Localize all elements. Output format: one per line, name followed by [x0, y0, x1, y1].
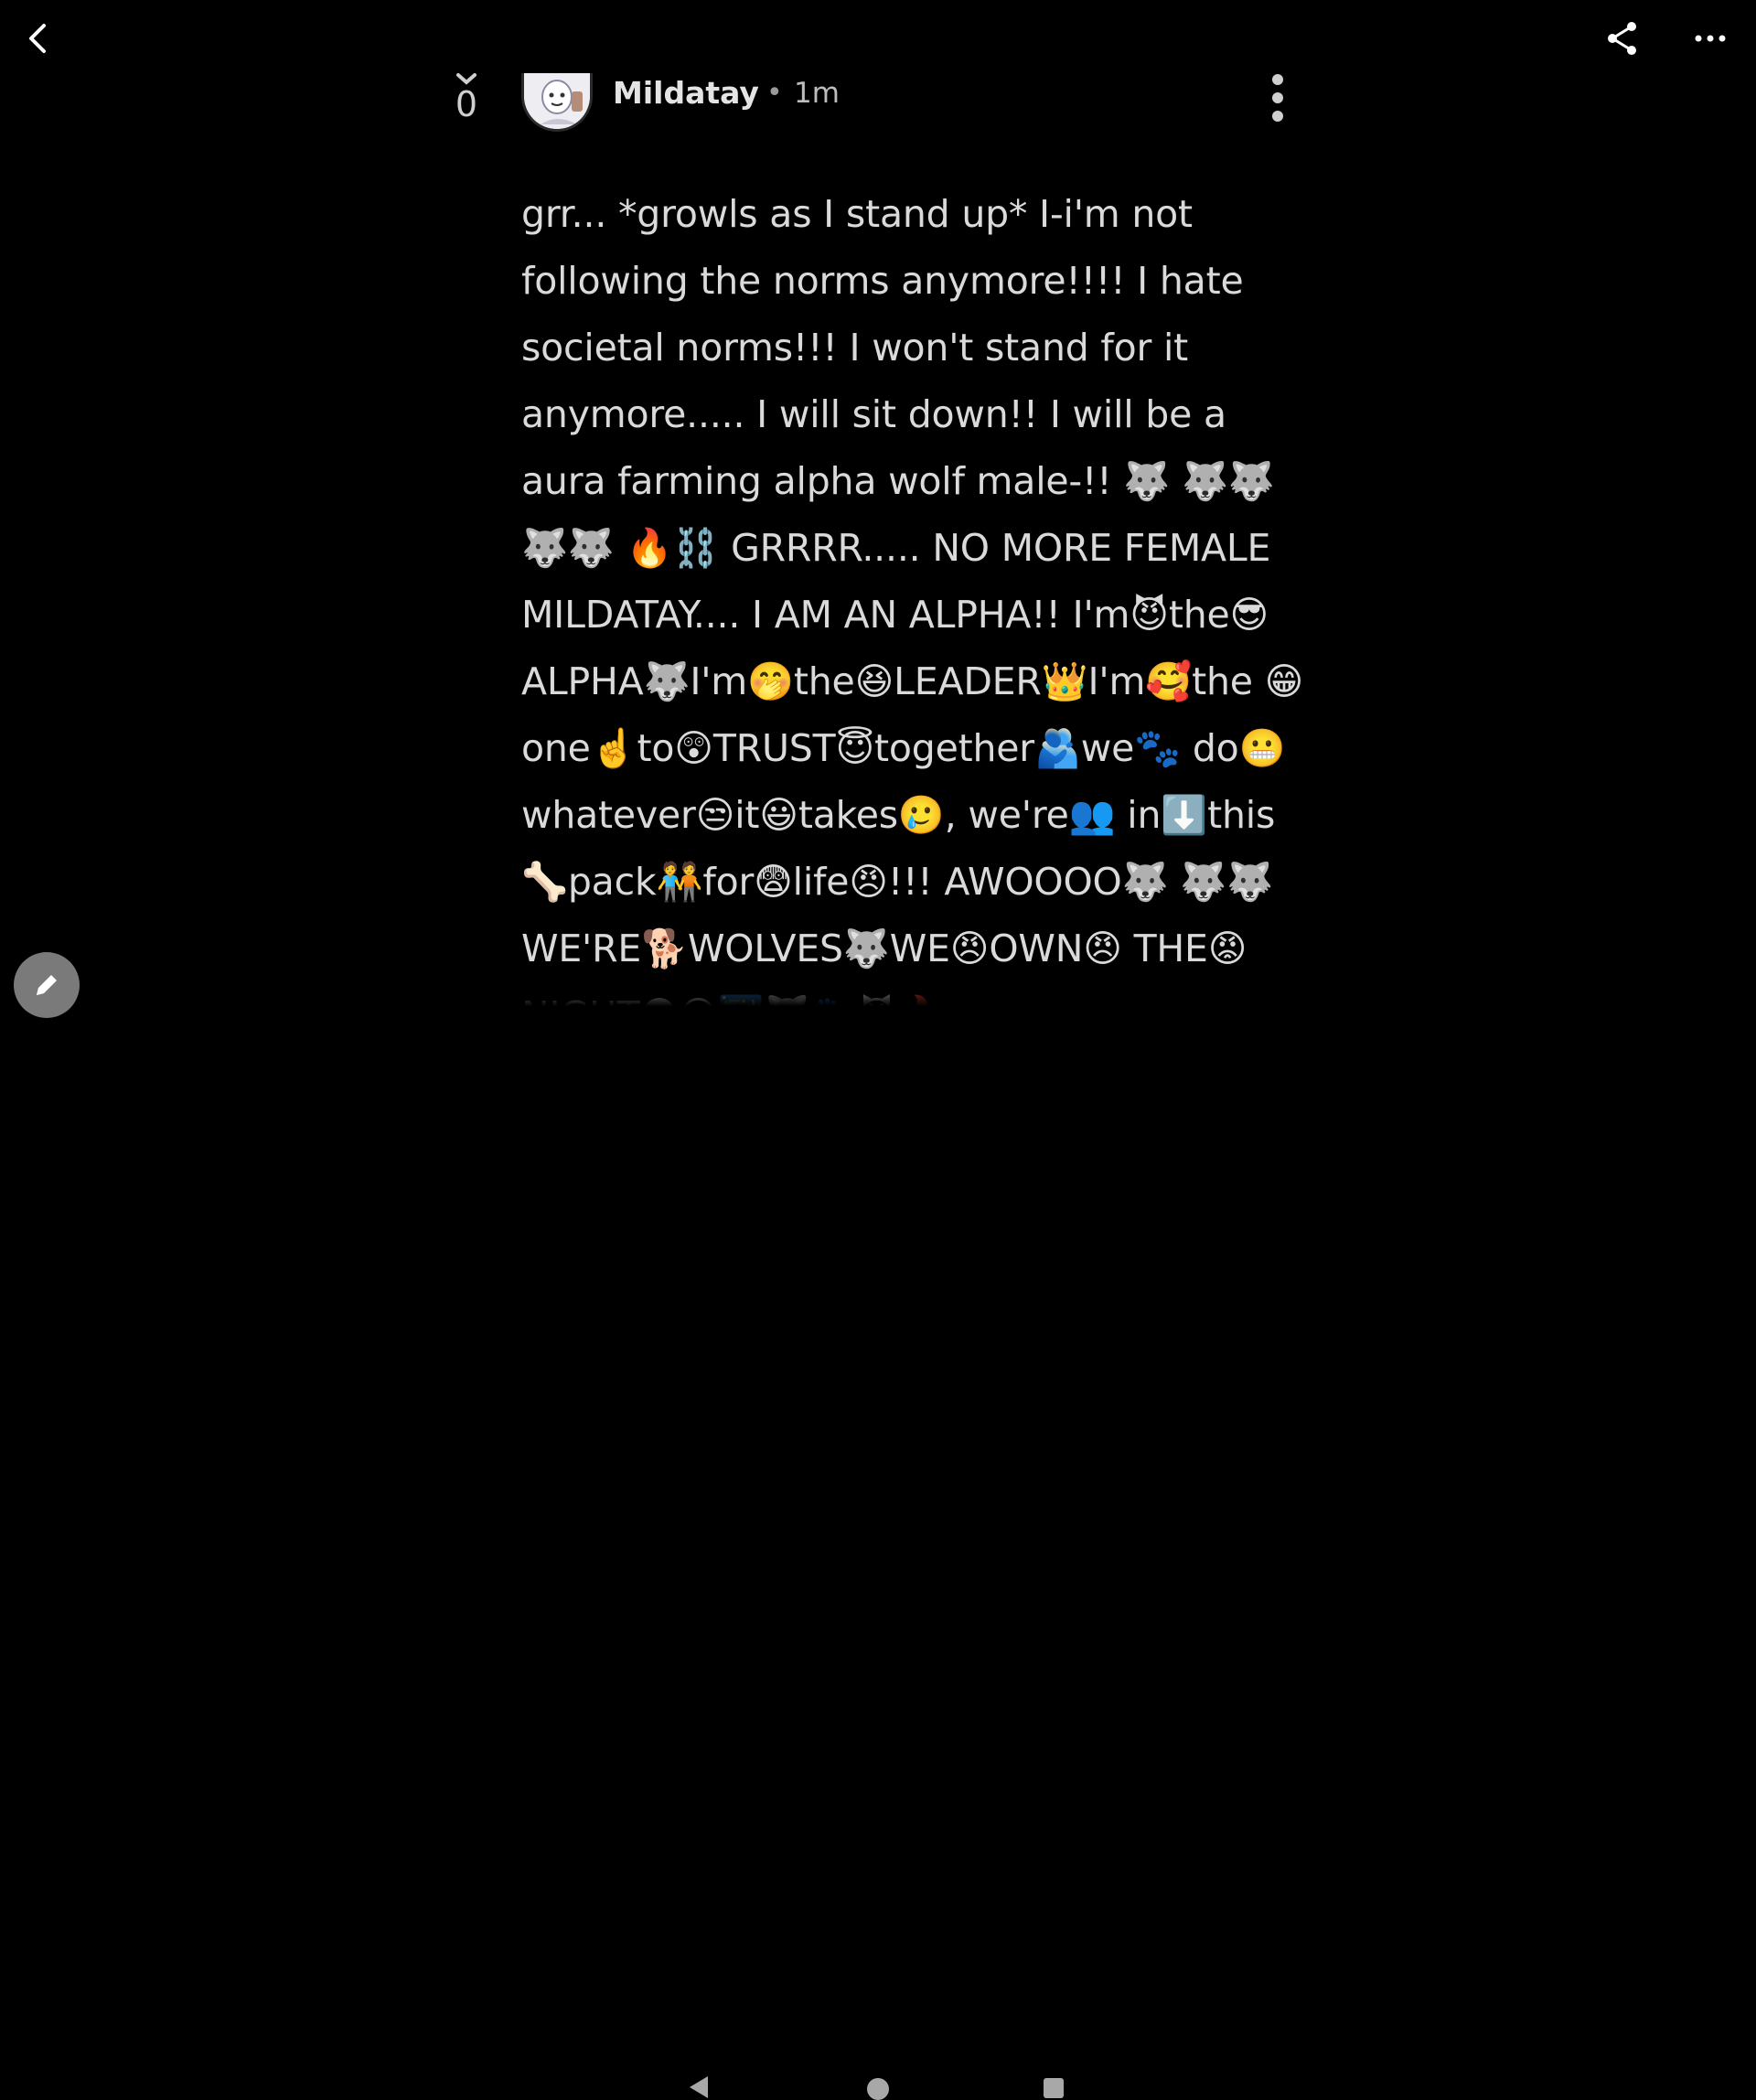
- meta-separator: •: [766, 77, 783, 109]
- nav-home-circle-icon[interactable]: [867, 2078, 889, 2100]
- top-app-bar: [0, 0, 1756, 73]
- comment-post: 0 Mildatay • 1m grr... *growls as I stan…: [448, 73, 1308, 1015]
- back-button[interactable]: [16, 16, 60, 60]
- vote-count: 0: [455, 84, 478, 124]
- chevron-left-icon: [29, 24, 46, 53]
- nav-back-triangle-icon[interactable]: [688, 2074, 712, 2100]
- post-time: 1m: [794, 77, 840, 110]
- share-icon: [1608, 22, 1636, 55]
- more-horizontal-icon: [1695, 35, 1726, 42]
- truncation-fade: [448, 974, 1308, 1015]
- pencil-icon: [37, 975, 57, 995]
- system-navigation-bar: [0, 1024, 1756, 2100]
- vote-control: 0: [448, 73, 485, 124]
- comment-options-button[interactable]: [1267, 73, 1289, 123]
- comment-body: grr... *growls as I stand up* I-i'm not …: [521, 192, 1304, 1015]
- username[interactable]: Mildatay: [613, 73, 759, 113]
- share-button[interactable]: [1601, 16, 1644, 60]
- more-options-button[interactable]: [1688, 16, 1732, 60]
- edit-fab-button[interactable]: [14, 952, 80, 1018]
- avatar[interactable]: [521, 73, 593, 132]
- nav-recents-square-icon[interactable]: [1044, 2078, 1064, 2098]
- more-vertical-icon: [1272, 74, 1283, 122]
- avatar-illustration-icon: [524, 73, 590, 129]
